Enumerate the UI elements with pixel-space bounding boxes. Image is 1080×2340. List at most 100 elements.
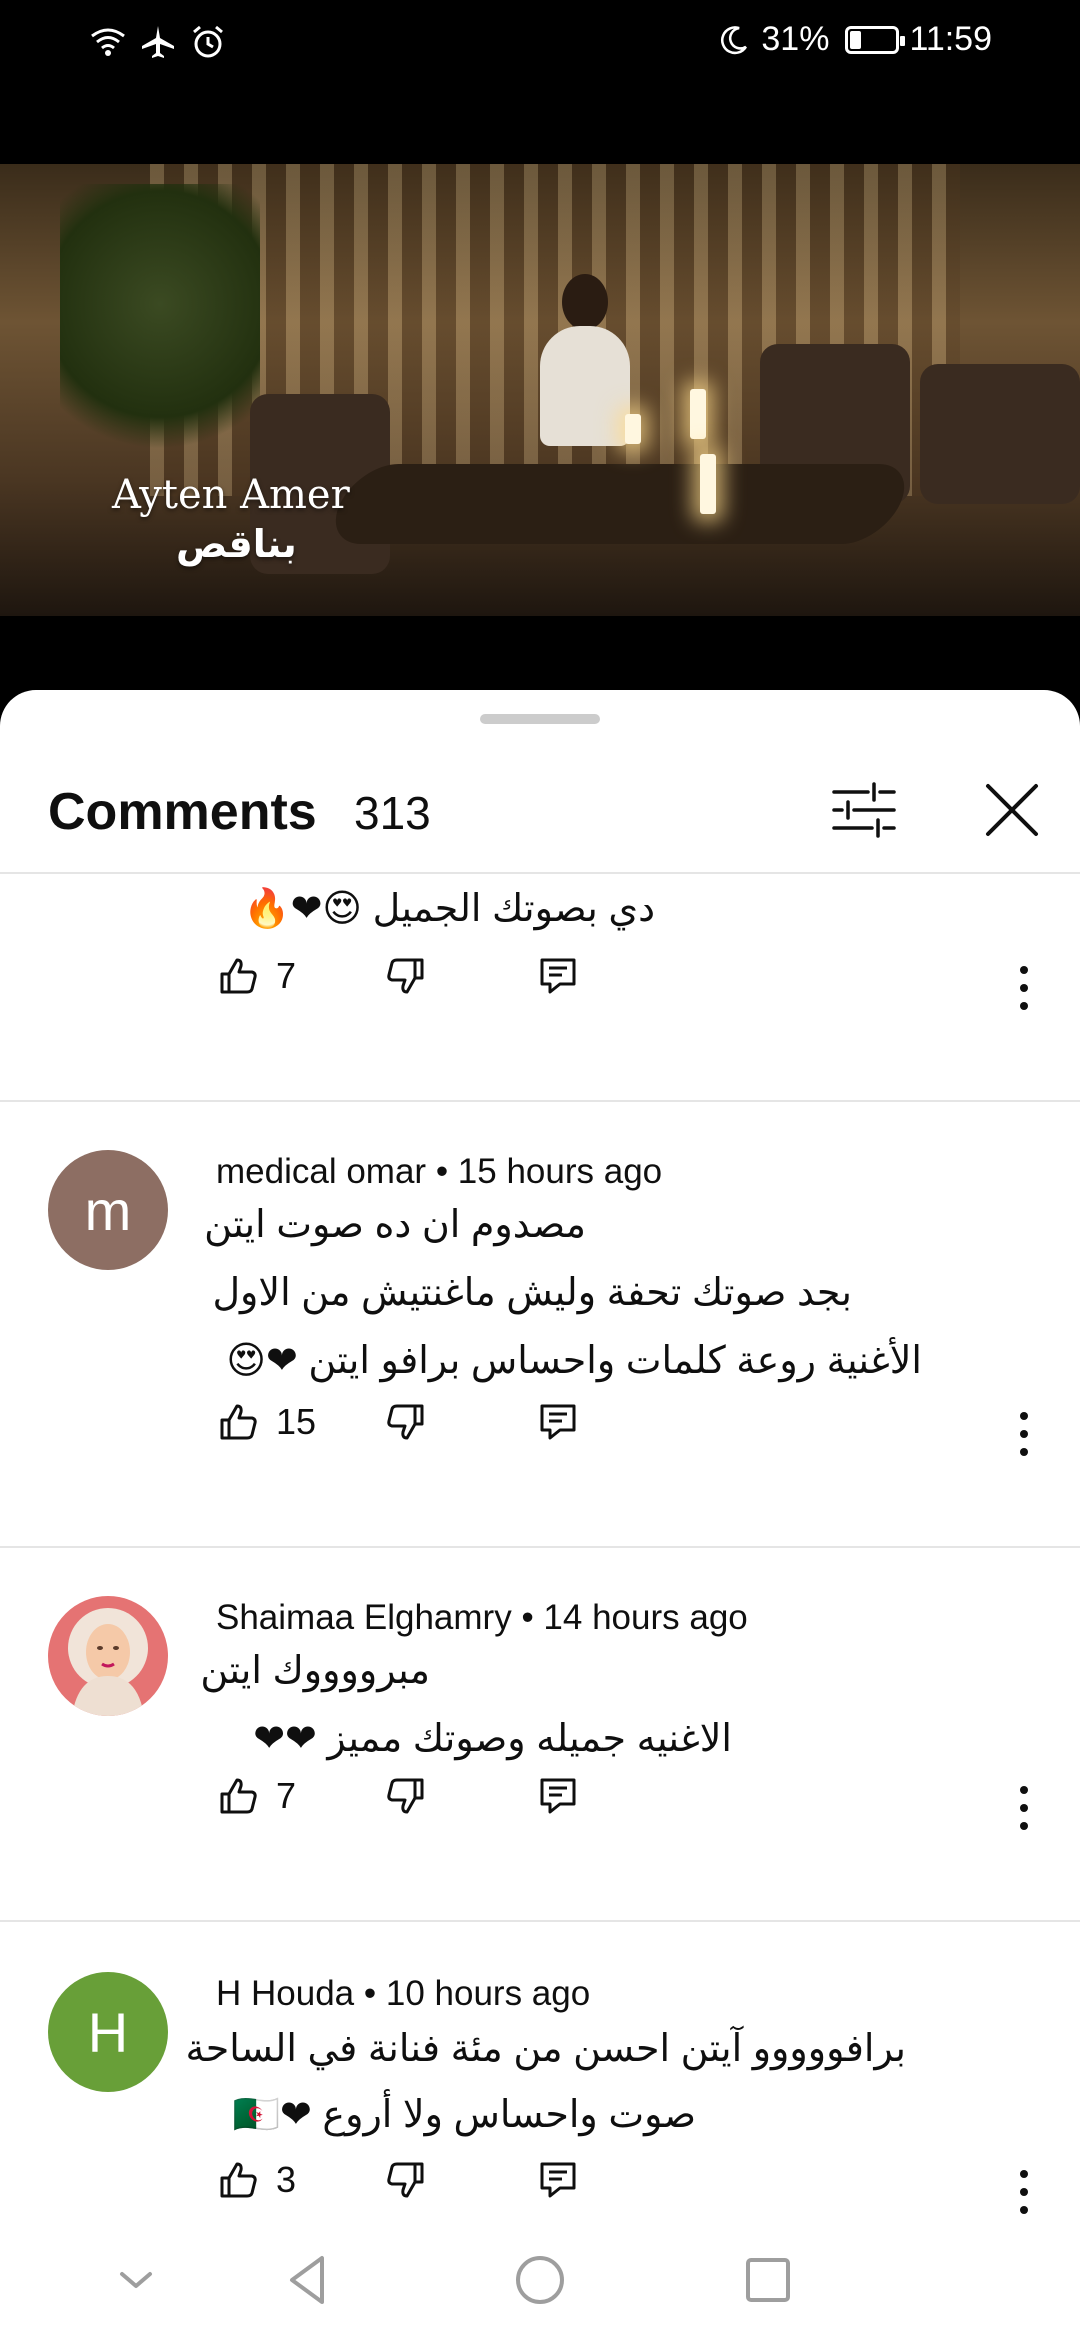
video-frame[interactable]: Ayten Amer بناقص (0, 164, 1080, 616)
comment-author[interactable]: H Houda (216, 1974, 354, 2013)
dislike-button[interactable] (384, 1400, 428, 1444)
dislike-button[interactable] (384, 1774, 428, 1818)
comment-text: صوت واحساس ولا أروع ❤🇩🇿 (232, 2094, 696, 2136)
comment-text: برافووووو آيتن احسن من مئة فنانة في السا… (185, 2028, 906, 2070)
reply-button[interactable] (536, 954, 580, 998)
thumbs-up-icon (220, 2162, 257, 2198)
hide-keyboard-icon[interactable] (106, 2250, 166, 2310)
thumbs-up-icon (220, 1404, 257, 1440)
comment-time: 10 hours ago (385, 1974, 591, 2013)
like-button[interactable]: 7 (216, 1774, 296, 1818)
close-button[interactable] (972, 770, 1052, 850)
video-scene-table (321, 464, 919, 544)
comment-text-line: مبرووووك ايتن (0, 1648, 1080, 1698)
comment-text-line: الأغنية روعة كلمات واحساس برافو ايتن ❤😍 (0, 1338, 1080, 1388)
comment-divider (0, 1100, 1080, 1102)
battery-icon (845, 25, 906, 54)
status-icons-left (88, 22, 228, 62)
more-options-icon[interactable] (1004, 1406, 1044, 1462)
reply-icon (540, 1778, 576, 1814)
filter-icon (832, 782, 896, 838)
comment-text-line: دي بصوتك الجميل 😍❤🔥 (0, 886, 1080, 936)
wifi-icon (91, 28, 125, 56)
comment-text: الاغنيه جميله وصوتك مميز ❤❤ (253, 1718, 732, 1760)
more-options-icon[interactable] (1004, 1780, 1044, 1836)
video-scene-candle (700, 454, 716, 514)
airplane-icon (142, 26, 174, 58)
thumbs-down-icon (387, 958, 424, 994)
comment-text-line: صوت واحساس ولا أروع ❤🇩🇿 (0, 2092, 1080, 2142)
comment-actions: 7 (0, 954, 1080, 1024)
comment-actions: 7 (0, 1774, 1080, 1844)
thumbs-up-icon (220, 1778, 257, 1814)
comment-actions: 15 (0, 1400, 1080, 1470)
comment-text: الأغنية روعة كلمات واحساس برافو ايتن ❤😍 (226, 1340, 922, 1382)
thumbs-down-icon (387, 1778, 424, 1814)
video-scene-candle (690, 389, 706, 439)
alarm-icon (193, 25, 223, 58)
moon-icon (721, 25, 748, 54)
comments-header: Comments 313 (0, 750, 1080, 870)
reply-icon (540, 958, 576, 994)
like-count: 15 (276, 1401, 317, 1442)
dislike-button[interactable] (384, 2158, 428, 2202)
video-scene-candle (625, 414, 641, 444)
comment-author[interactable]: medical omar (216, 1152, 426, 1191)
recents-icon[interactable] (738, 2250, 798, 2310)
like-count: 7 (276, 955, 297, 996)
reply-button[interactable] (536, 1400, 580, 1444)
comment-time: 14 hours ago (543, 1598, 748, 1637)
reply-button[interactable] (536, 1774, 580, 1818)
video-player[interactable]: Ayten Amer بناقص (0, 84, 1080, 774)
comment-meta: H Houda • 10 hours ago (216, 1974, 591, 2013)
comment-meta: Shaimaa Elghamry • 14 hours ago (216, 1598, 748, 1637)
back-icon[interactable] (280, 2250, 340, 2310)
comment-text-line: بجد صوتك تحفة وليش ماغنتيش من الاول (0, 1270, 1080, 1320)
close-icon (986, 784, 1038, 836)
reply-icon (540, 2162, 576, 2198)
comment-divider (0, 1920, 1080, 1922)
like-button[interactable]: 15 (216, 1400, 316, 1444)
thumbs-down-icon (387, 1404, 424, 1440)
status-icons-right: 31% 11:59 (717, 20, 992, 59)
comment-text: مبرووووك ايتن (200, 1650, 430, 1692)
comments-count: 313 (354, 787, 431, 839)
like-button[interactable]: 7 (216, 954, 296, 998)
filter-button[interactable] (828, 774, 900, 846)
thumbs-down-icon (387, 2162, 424, 2198)
comment-author[interactable]: Shaimaa Elghamry (216, 1598, 512, 1637)
comment-time: 15 hours ago (457, 1152, 663, 1191)
dislike-button[interactable] (384, 954, 428, 998)
like-count: 7 (276, 1775, 297, 1816)
comment-actions: 3 (0, 2158, 1080, 2220)
comments-title: Comments (48, 783, 317, 841)
comment-text-line: الاغنيه جميله وصوتك مميز ❤❤ (0, 1716, 1080, 1766)
reply-icon (540, 1404, 576, 1440)
system-nav-bar (0, 2220, 1080, 2340)
video-overlay-subtitle: بناقص (176, 524, 297, 566)
video-scene-chair (920, 364, 1080, 504)
clock: 11:59 (909, 20, 992, 58)
comment-text-line: برافووووو آيتن احسن من مئة فنانة في السا… (0, 2026, 1080, 2076)
comment-text: مصدوم ان ده صوت ايتن (204, 1204, 586, 1246)
thumbs-up-icon (220, 958, 257, 994)
like-count: 3 (276, 2159, 297, 2200)
drag-handle[interactable] (480, 714, 600, 724)
reply-button[interactable] (536, 2158, 580, 2202)
home-icon[interactable] (510, 2250, 570, 2310)
battery-percent: 31% (761, 20, 830, 58)
video-overlay-title: Ayten Amer (112, 472, 350, 518)
status-bar: 31% 11:59 (0, 0, 1080, 84)
comment-text: دي بصوتك الجميل 😍❤🔥 (243, 888, 655, 930)
comment-text-line: مصدوم ان ده صوت ايتن (0, 1202, 1080, 1252)
comments-sheet: Comments 313 دي بصوتك الجميل 😍❤🔥 7 m med… (0, 690, 1080, 2220)
comment-meta: medical omar • 15 hours ago (216, 1152, 663, 1191)
more-options-icon[interactable] (1004, 960, 1044, 1016)
more-options-icon[interactable] (1004, 2164, 1044, 2220)
comments-list[interactable]: دي بصوتك الجميل 😍❤🔥 7 m medical omar • 1… (0, 874, 1080, 2220)
comment-text: بجد صوتك تحفة وليش ماغنتيش من الاول (212, 1272, 852, 1314)
comment-divider (0, 1546, 1080, 1548)
video-scene-plant (60, 184, 260, 484)
battery-level (850, 30, 862, 49)
like-button[interactable]: 3 (216, 2158, 296, 2202)
